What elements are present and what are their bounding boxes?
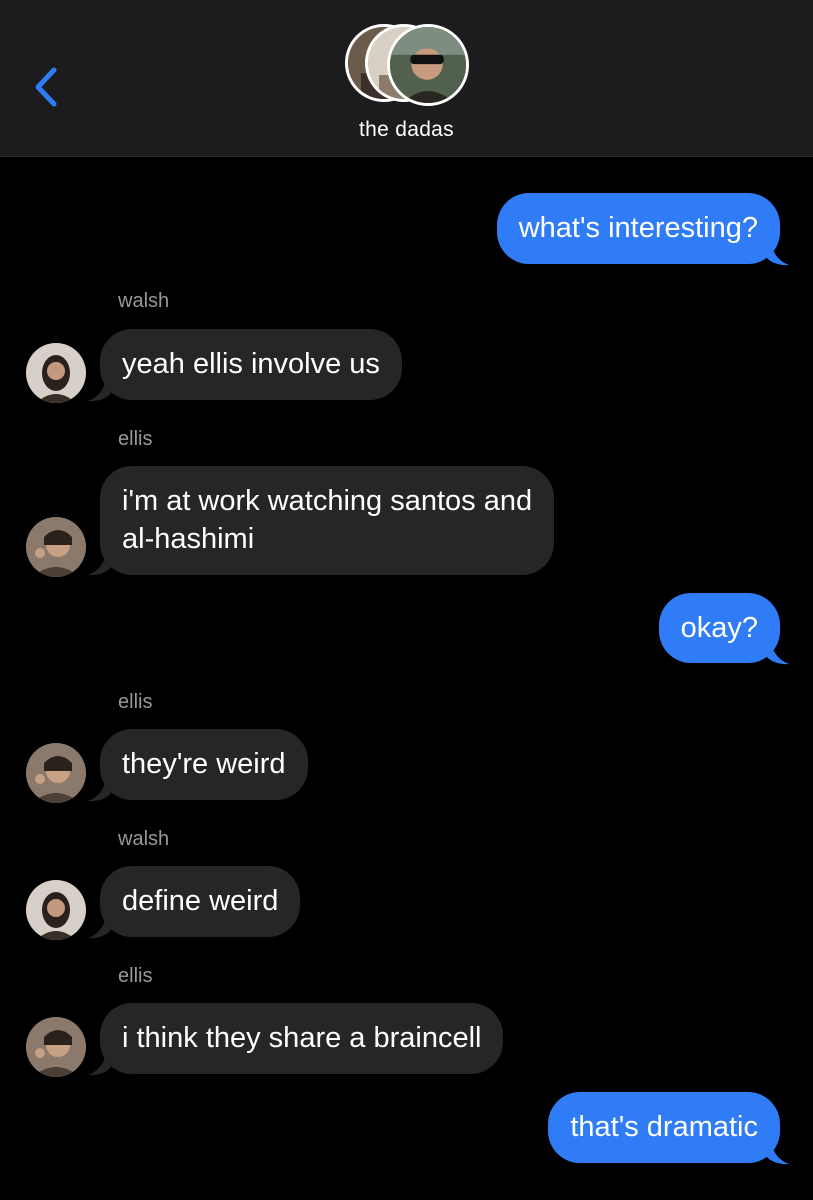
- walsh-avatar[interactable]: [26, 880, 86, 940]
- group-name[interactable]: the dadas: [0, 118, 813, 142]
- sender-name: ellis: [118, 691, 153, 713]
- message-text: define weird: [122, 885, 279, 917]
- sender-name: walsh: [118, 290, 170, 312]
- message-text-line: al-hashimi: [122, 523, 255, 555]
- message-bubble-incoming[interactable]: define weird: [100, 866, 301, 937]
- ellis-avatar[interactable]: [26, 743, 86, 803]
- sender-name: walsh: [118, 828, 170, 850]
- message-text: yeah ellis involve us: [122, 348, 380, 380]
- message-text-line: i'm at work watching santos and: [122, 485, 533, 517]
- message-bubble-incoming[interactable]: i'm at work watching santos and al-hashi…: [100, 466, 555, 575]
- sender-name: ellis: [118, 965, 153, 987]
- message-text: what's interesting?: [518, 212, 758, 244]
- conversation-header: the dadas: [0, 0, 813, 157]
- bubble-tail: [765, 643, 789, 665]
- message-bubble-outgoing[interactable]: okay?: [658, 593, 780, 663]
- walsh-avatar[interactable]: [26, 343, 86, 403]
- bubble-tail: [765, 244, 789, 266]
- message-text: they're weird: [122, 748, 286, 780]
- message-text: i think they share a braincell: [122, 1022, 482, 1054]
- message-text: okay?: [680, 612, 758, 644]
- message-text: that's dramatic: [570, 1111, 758, 1143]
- message-bubble-incoming[interactable]: i think they share a braincell: [100, 1003, 504, 1074]
- message-bubble-incoming[interactable]: they're weird: [100, 729, 308, 800]
- bubble-tail: [765, 1143, 789, 1165]
- group-avatar-stack[interactable]: [345, 24, 470, 108]
- message-bubble-outgoing[interactable]: what's interesting?: [496, 193, 780, 264]
- sender-name: ellis: [118, 428, 153, 450]
- back-chevron-icon[interactable]: [30, 64, 66, 110]
- ellis-avatar[interactable]: [26, 517, 86, 577]
- message-bubble-outgoing[interactable]: that's dramatic: [548, 1092, 780, 1163]
- group-member-avatar: [387, 24, 469, 106]
- message-bubble-incoming[interactable]: yeah ellis involve us: [100, 329, 402, 400]
- ellis-avatar[interactable]: [26, 1017, 86, 1077]
